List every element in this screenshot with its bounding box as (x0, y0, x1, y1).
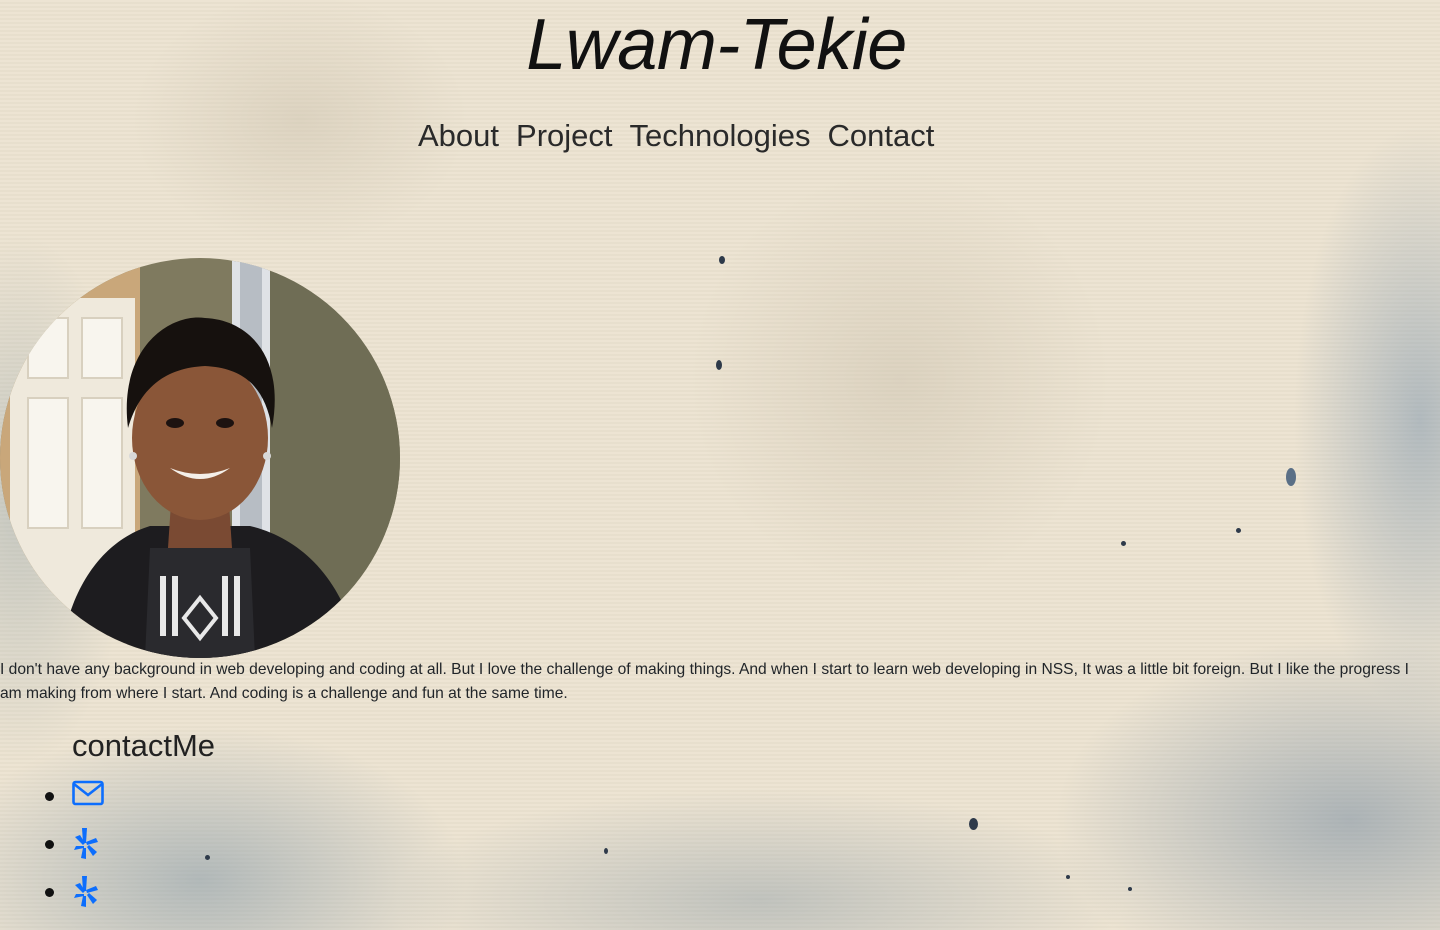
background-speck (1128, 887, 1132, 891)
background-speck (969, 818, 978, 830)
profile-photo (0, 258, 400, 658)
contact-list (0, 773, 200, 917)
site-title: Lwam-Tekie (526, 5, 907, 85)
background-speck (1121, 541, 1126, 546)
background-speck (719, 256, 725, 264)
yelp-link[interactable] (72, 826, 98, 865)
background-speck (1236, 528, 1241, 533)
background-speck (716, 360, 722, 370)
background-speck (604, 848, 608, 854)
background-speck (1066, 875, 1070, 879)
background-speck (1286, 468, 1296, 486)
nav-item-contact[interactable]: Contact (827, 118, 934, 154)
email-link[interactable] (72, 780, 104, 811)
bullet-icon (45, 792, 54, 801)
nav-item-about[interactable]: About (418, 118, 499, 154)
nav-item-project[interactable]: Project (516, 118, 612, 154)
yelp-icon (74, 828, 98, 859)
yelp-icon (74, 876, 98, 907)
bullet-icon (45, 888, 54, 897)
nav-item-technologies[interactable]: Technologies (630, 118, 811, 154)
main-nav: About Project Technologies Contact (418, 118, 934, 154)
list-item (0, 773, 200, 821)
yelp-link[interactable] (72, 874, 98, 913)
envelope-icon (72, 780, 104, 806)
list-item (0, 869, 200, 917)
about-paragraph: I don't have any background in web devel… (0, 661, 1409, 702)
list-item (0, 821, 200, 869)
background-speck (205, 855, 210, 860)
contact-heading: contactMe (72, 728, 216, 763)
bullet-icon (45, 840, 54, 849)
